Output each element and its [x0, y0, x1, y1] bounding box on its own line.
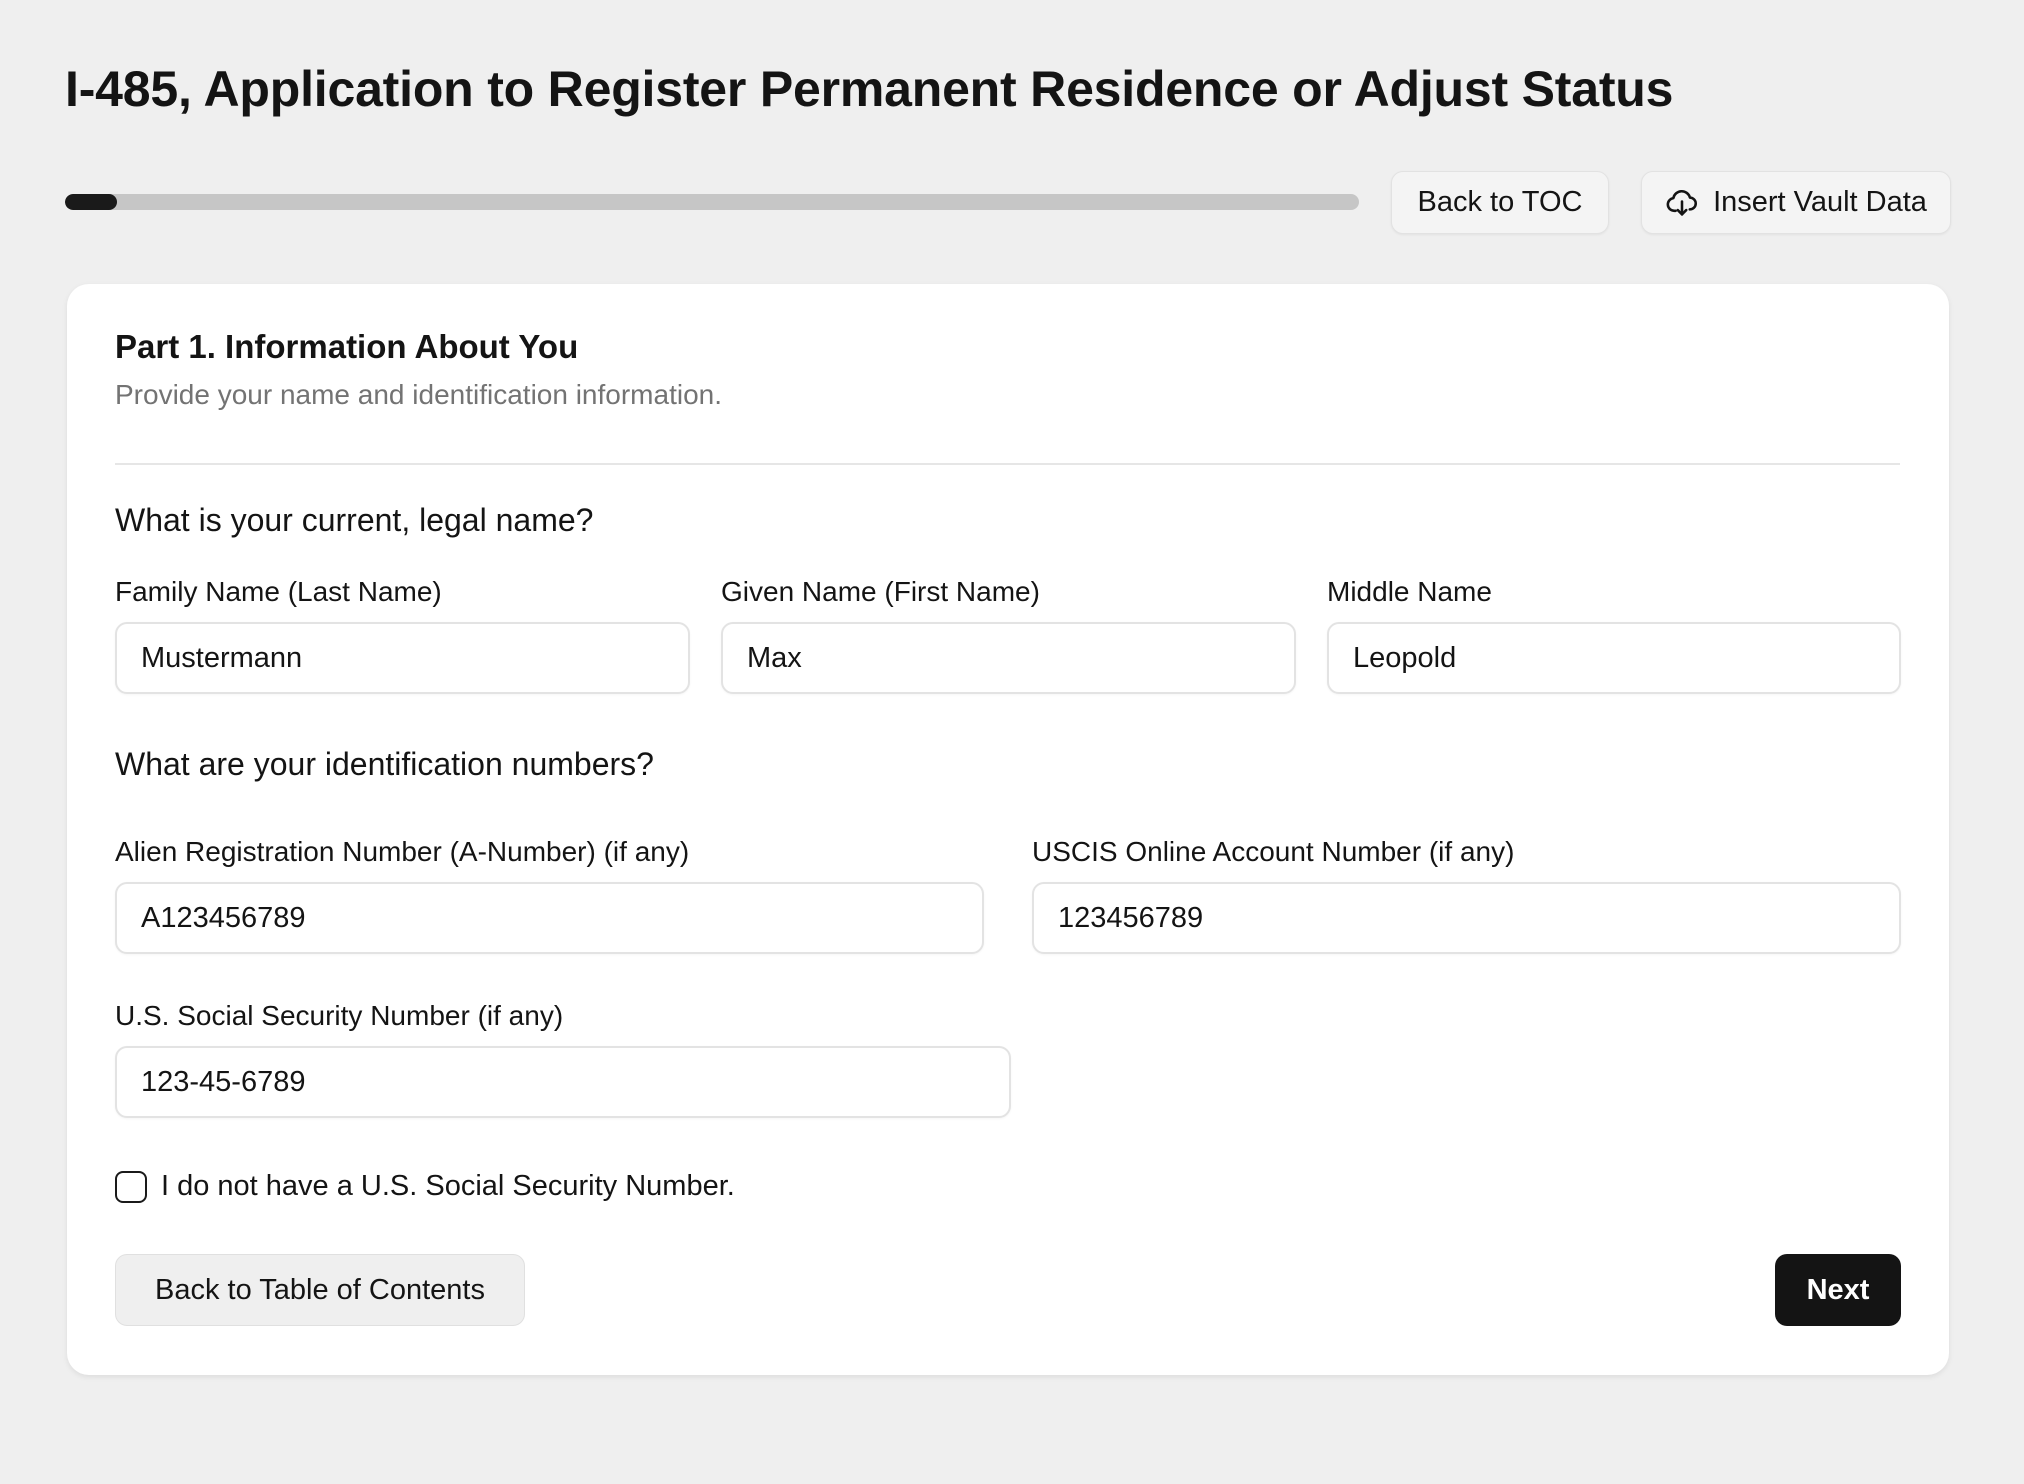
no-ssn-checkbox-row[interactable]: I do not have a U.S. Social Security Num…	[115, 1170, 735, 1203]
a-number-input[interactable]	[115, 882, 984, 954]
a-number-label: Alien Registration Number (A-Number) (if…	[115, 836, 690, 867]
no-ssn-checkbox-label[interactable]: I do not have a U.S. Social Security Num…	[161, 1170, 735, 1203]
cloud-download-icon	[1665, 186, 1699, 220]
progress-bar-fill	[65, 194, 117, 210]
given-name-label: Given Name (First Name)	[721, 576, 1040, 607]
insert-vault-data-button[interactable]: Insert Vault Data	[1641, 171, 1951, 234]
back-to-table-of-contents-button[interactable]: Back to Table of Contents	[115, 1254, 525, 1326]
family-name-input[interactable]	[115, 622, 690, 694]
progress-bar	[65, 194, 1359, 210]
middle-name-input[interactable]	[1327, 622, 1901, 694]
given-name-input[interactable]	[721, 622, 1296, 694]
next-button[interactable]: Next	[1775, 1254, 1901, 1326]
part-subtitle: Provide your name and identification inf…	[115, 379, 723, 410]
form-page: I-485, Application to Register Permanent…	[0, 0, 2024, 1484]
legal-name-question: What is your current, legal name?	[115, 502, 594, 538]
uscis-account-label: USCIS Online Account Number (if any)	[1032, 836, 1515, 867]
form-card: Part 1. Information About You Provide yo…	[67, 284, 1949, 1375]
page-title: I-485, Application to Register Permanent…	[65, 61, 1674, 117]
middle-name-label: Middle Name	[1327, 576, 1492, 607]
uscis-account-input[interactable]	[1032, 882, 1901, 954]
back-to-toc-button[interactable]: Back to TOC	[1391, 171, 1609, 234]
part-title: Part 1. Information About You	[115, 328, 579, 365]
ssn-label: U.S. Social Security Number (if any)	[115, 1000, 564, 1031]
no-ssn-checkbox[interactable]	[115, 1170, 147, 1203]
identification-numbers-question: What are your identification numbers?	[115, 746, 654, 782]
family-name-label: Family Name (Last Name)	[115, 576, 442, 607]
insert-vault-data-label: Insert Vault Data	[1713, 186, 1927, 218]
section-divider	[115, 463, 1900, 465]
ssn-input[interactable]	[115, 1046, 1011, 1118]
